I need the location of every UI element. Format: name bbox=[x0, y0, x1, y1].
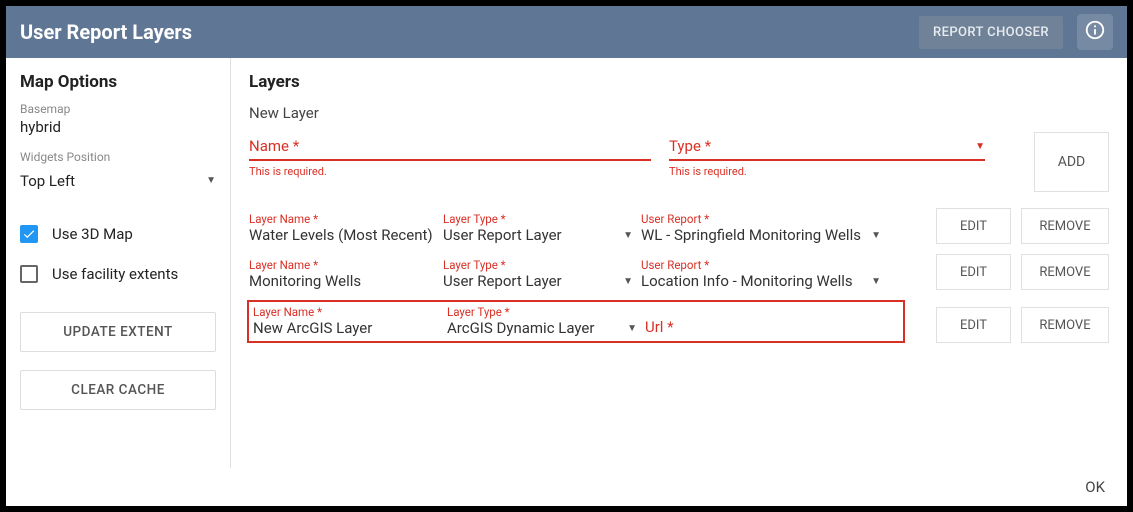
checkbox-unchecked-icon bbox=[20, 265, 38, 283]
dialog: User Report Layers REPORT CHOOSER Map Op… bbox=[6, 6, 1127, 506]
remove-button[interactable]: REMOVE bbox=[1021, 208, 1109, 244]
checkbox-checked-icon bbox=[20, 225, 38, 243]
remove-button[interactable]: REMOVE bbox=[1021, 307, 1109, 343]
new-layer-row: This is required. Type * ▼ This is requi… bbox=[249, 132, 1109, 192]
dialog-title: User Report Layers bbox=[20, 20, 919, 44]
remove-button[interactable]: REMOVE bbox=[1021, 254, 1109, 290]
layer-name-value: Water Levels (Most Recent) bbox=[249, 226, 435, 244]
type-required-msg: This is required. bbox=[669, 165, 985, 178]
widgets-position-select[interactable]: Top Left ▼ bbox=[20, 166, 216, 196]
caret-down-icon: ▼ bbox=[623, 230, 633, 241]
info-button[interactable] bbox=[1077, 14, 1113, 50]
layer-type-label: Layer Type * bbox=[443, 212, 633, 226]
caret-down-icon: ▼ bbox=[975, 141, 985, 152]
new-layer-name-input[interactable] bbox=[249, 132, 651, 161]
layer-row: Layer Name * Monitoring Wells Layer Type… bbox=[249, 250, 1109, 296]
layer-name-label: Layer Name * bbox=[249, 258, 435, 272]
layer-name-value: Monitoring Wells bbox=[249, 272, 435, 290]
layer-row: Layer Name * New ArcGIS Layer Layer Type… bbox=[249, 296, 1109, 349]
caret-down-icon: ▼ bbox=[871, 276, 881, 287]
basemap-value: hybrid bbox=[20, 118, 216, 136]
clear-cache-button[interactable]: CLEAR CACHE bbox=[20, 370, 216, 410]
layers-list: Layer Name * Water Levels (Most Recent) … bbox=[249, 204, 1109, 349]
url-label[interactable]: Url * bbox=[645, 304, 885, 337]
ok-button[interactable]: OK bbox=[1085, 478, 1105, 496]
use-facility-extents-checkbox[interactable]: Use facility extents bbox=[20, 254, 216, 294]
caret-down-icon: ▼ bbox=[627, 323, 637, 334]
user-report-label: User Report * bbox=[641, 212, 881, 226]
use-facility-extents-label: Use facility extents bbox=[52, 265, 178, 283]
layer-type-select[interactable]: User Report Layer ▼ bbox=[443, 226, 633, 244]
basemap-label: Basemap bbox=[20, 102, 216, 116]
layer-type-select[interactable]: ArcGIS Dynamic Layer ▼ bbox=[447, 319, 637, 337]
info-icon bbox=[1084, 19, 1106, 45]
layers-panel: Layers New Layer This is required. Type … bbox=[231, 58, 1127, 468]
layer-name-label: Layer Name * bbox=[249, 212, 435, 226]
widgets-position-label: Widgets Position bbox=[20, 150, 216, 164]
use-3d-map-checkbox[interactable]: Use 3D Map bbox=[20, 214, 216, 254]
new-layer-label: New Layer bbox=[249, 104, 1109, 122]
layer-name-label: Layer Name * bbox=[253, 305, 439, 319]
dialog-header: User Report Layers REPORT CHOOSER bbox=[6, 6, 1127, 58]
name-required-msg: This is required. bbox=[249, 165, 651, 178]
layer-type-label: Layer Type * bbox=[443, 258, 633, 272]
new-layer-type-select[interactable]: Type * ▼ bbox=[669, 132, 985, 161]
caret-down-icon: ▼ bbox=[623, 276, 633, 287]
layer-type-label: Layer Type * bbox=[447, 305, 637, 319]
user-report-select[interactable]: Location Info - Monitoring Wells ▼ bbox=[641, 272, 881, 290]
user-report-label: User Report * bbox=[641, 258, 881, 272]
edit-button[interactable]: EDIT bbox=[936, 254, 1011, 290]
layer-name-value: New ArcGIS Layer bbox=[253, 319, 439, 337]
user-report-select[interactable]: WL - Springfield Monitoring Wells ▼ bbox=[641, 226, 881, 244]
layer-type-value: ArcGIS Dynamic Layer bbox=[447, 319, 621, 337]
edit-button[interactable]: EDIT bbox=[936, 307, 1011, 343]
new-layer-type-placeholder: Type * bbox=[669, 137, 975, 155]
layer-row: Layer Name * Water Levels (Most Recent) … bbox=[249, 204, 1109, 250]
map-options-panel: Map Options Basemap hybrid Widgets Posit… bbox=[6, 58, 231, 468]
layer-type-value: User Report Layer bbox=[443, 226, 617, 244]
widgets-position-value: Top Left bbox=[20, 172, 206, 190]
highlighted-row: Layer Name * New ArcGIS Layer Layer Type… bbox=[249, 302, 903, 341]
use-3d-map-label: Use 3D Map bbox=[52, 225, 133, 243]
caret-down-icon: ▼ bbox=[871, 230, 881, 241]
map-options-heading: Map Options bbox=[20, 72, 216, 92]
user-report-value: WL - Springfield Monitoring Wells bbox=[641, 226, 865, 244]
user-report-value: Location Info - Monitoring Wells bbox=[641, 272, 865, 290]
edit-button[interactable]: EDIT bbox=[936, 208, 1011, 244]
layers-heading: Layers bbox=[249, 72, 1109, 92]
caret-down-icon: ▼ bbox=[206, 175, 216, 186]
layer-type-select[interactable]: User Report Layer ▼ bbox=[443, 272, 633, 290]
report-chooser-button[interactable]: REPORT CHOOSER bbox=[919, 16, 1063, 49]
update-extent-button[interactable]: UPDATE EXTENT bbox=[20, 312, 216, 352]
add-layer-button[interactable]: ADD bbox=[1034, 132, 1109, 192]
layer-type-value: User Report Layer bbox=[443, 272, 617, 290]
